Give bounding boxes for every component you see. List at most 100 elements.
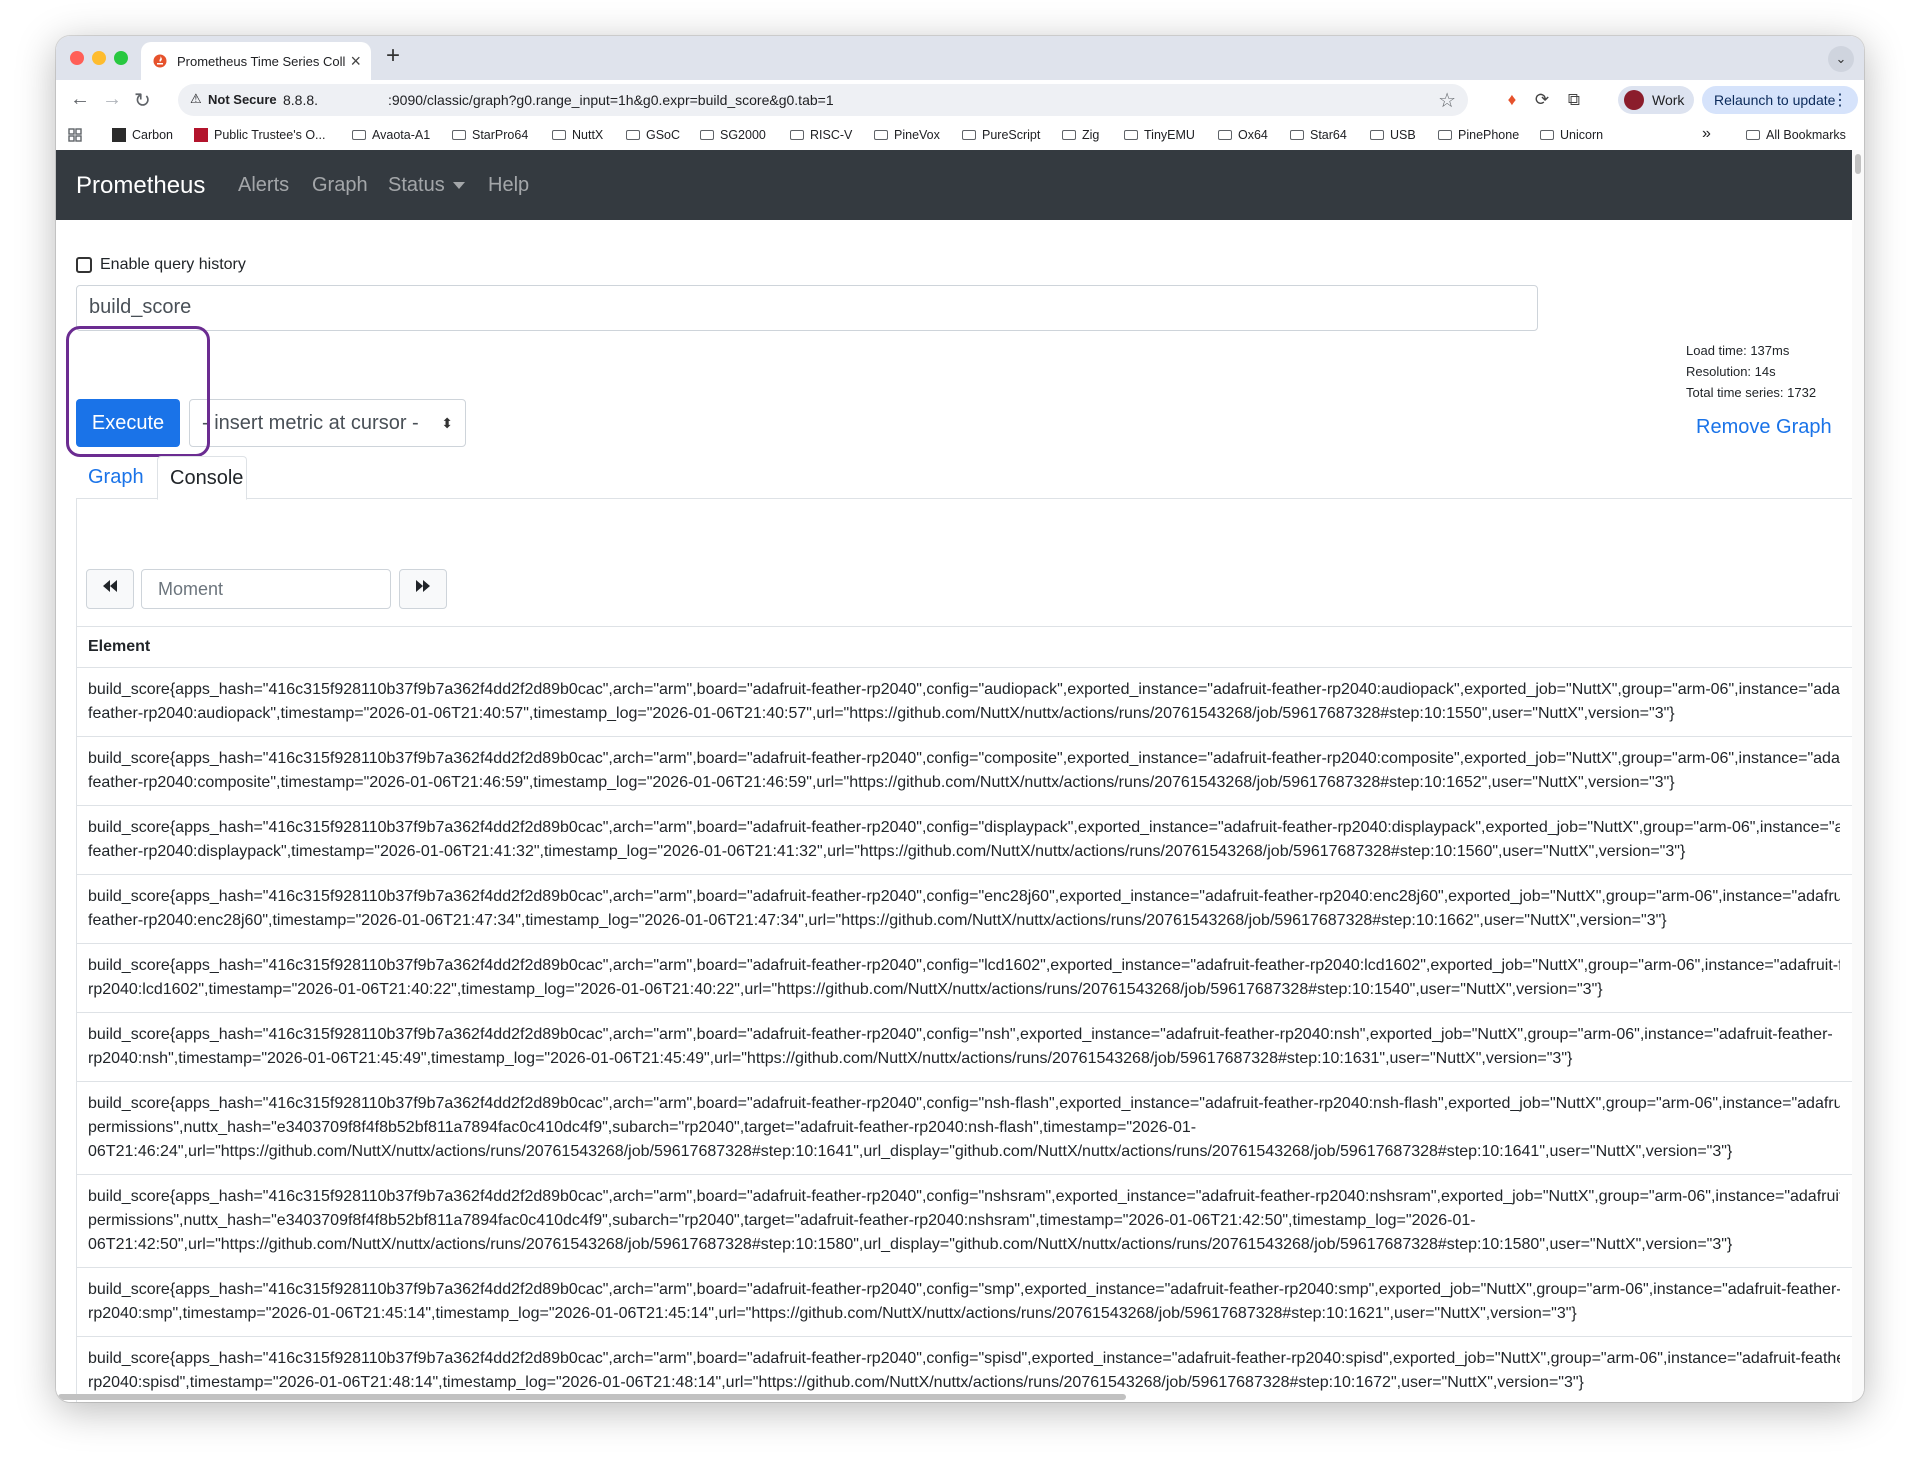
bookmark-unicorn[interactable]: Unicorn — [1540, 128, 1603, 142]
bookmark-riscv[interactable]: RISC-V — [790, 128, 852, 142]
reload-icon[interactable]: ↻ — [134, 88, 151, 113]
back-arrow-icon[interactable]: ← — [70, 88, 90, 111]
query-stats: Load time: 137ms Resolution: 14s Total t… — [1686, 340, 1816, 403]
resolution: Resolution: 14s — [1686, 364, 1776, 379]
caret-down-icon — [452, 182, 465, 190]
table-row: build_score{apps_hash="416c315f928110b37… — [76, 875, 1852, 944]
series-label-line: build_score{apps_hash="416c315f928110b37… — [88, 1350, 1840, 1367]
page-viewport: Prometheus Alerts Graph Status Help Enab… — [56, 150, 1852, 1402]
table-row: build_score{apps_hash="416c315f928110b37… — [76, 737, 1852, 806]
console-table: Element build_score{apps_hash="416c315f9… — [76, 626, 1852, 1402]
profile-button[interactable]: Work — [1618, 86, 1694, 114]
tab-close-icon[interactable]: × — [350, 51, 361, 72]
vertical-scrollbar-thumb[interactable] — [1855, 154, 1861, 174]
query-history-checkbox[interactable] — [76, 257, 92, 273]
series-label-line: build_score{apps_hash="416c315f928110b37… — [88, 888, 1840, 905]
address-bar[interactable]: ⚠ Not Secure 8.8.8. :9090/classic/graph?… — [178, 84, 1468, 116]
folder-icon — [452, 130, 466, 140]
url-path: :9090/classic/graph?g0.range_input=1h&g0… — [388, 92, 834, 108]
folder-icon — [626, 130, 640, 140]
tab-graph[interactable]: Graph — [76, 456, 156, 498]
expression-input[interactable]: build_score — [76, 285, 1538, 331]
bookmark-label: SG2000 — [720, 128, 766, 142]
horizontal-scrollbar-thumb[interactable] — [58, 1394, 1126, 1400]
bookmark-ox64[interactable]: Ox64 — [1218, 128, 1268, 142]
nav-help[interactable]: Help — [488, 174, 529, 197]
folder-icon — [352, 130, 366, 140]
moment-input[interactable]: Moment — [141, 569, 391, 609]
series-label-line: build_score{apps_hash="416c315f928110b37… — [88, 1188, 1840, 1205]
minimize-window-button[interactable] — [92, 51, 106, 65]
series-label-line: build_score{apps_hash="416c315f928110b37… — [88, 1026, 1833, 1043]
relaunch-button[interactable]: Relaunch to update ⋮ — [1702, 86, 1858, 114]
bookmark-label: Avaota-A1 — [372, 128, 431, 142]
bookmark-pinevox[interactable]: PineVox — [874, 128, 940, 142]
insert-metric-select[interactable]: - insert metric at cursor - ⬍ — [189, 399, 466, 447]
series-label-line: rp2040:nsh",timestamp="2026-01-06T21:45:… — [88, 1050, 1573, 1067]
bookmark-avaota[interactable]: Avaota-A1 — [352, 128, 430, 142]
execute-button[interactable]: Execute — [76, 399, 180, 447]
series-label-line: build_score{apps_hash="416c315f928110b37… — [88, 681, 1840, 698]
bookmark-usb[interactable]: USB — [1370, 128, 1416, 142]
folder-icon — [1062, 130, 1076, 140]
tab-title: Prometheus Time Series Coll — [177, 53, 346, 69]
table-row: build_score{apps_hash="416c315f928110b37… — [76, 806, 1852, 875]
folder-icon — [700, 130, 714, 140]
bookmark-zig[interactable]: Zig — [1062, 128, 1099, 142]
extension-fox-icon[interactable]: ♦ — [1502, 90, 1522, 110]
series-label-line: 06T21:42:50",url="https://github.com/Nut… — [88, 1236, 1733, 1253]
table-row: build_score{apps_hash="416c315f928110b37… — [76, 1175, 1852, 1268]
forward-arrow-icon[interactable]: → — [102, 88, 122, 111]
table-row: build_score{apps_hash="416c315f928110b37… — [76, 668, 1852, 737]
bookmark-gsoc[interactable]: GSoC — [626, 128, 680, 142]
total-time-series: Total time series: 1732 — [1686, 385, 1817, 400]
query-history-toggle[interactable]: Enable query history — [76, 256, 246, 274]
maximize-window-button[interactable] — [114, 51, 128, 65]
bookmark-nuttx[interactable]: NuttX — [552, 128, 603, 142]
time-forward-button[interactable] — [399, 569, 447, 609]
tab-console[interactable]: Console — [157, 456, 247, 500]
bookmark-sg2000[interactable]: SG2000 — [700, 128, 766, 142]
avatar — [1624, 90, 1644, 110]
bookmark-pinephone[interactable]: PinePhone — [1438, 128, 1519, 142]
vertical-scrollbar[interactable] — [1852, 150, 1864, 1402]
bookmarks-overflow-chevron-icon[interactable]: » — [1702, 125, 1711, 143]
nav-graph[interactable]: Graph — [312, 174, 368, 197]
bookmark-carbon[interactable]: Carbon — [112, 128, 173, 142]
extensions-puzzle-icon[interactable]: ⧉ — [1564, 90, 1584, 110]
folder-icon — [1370, 130, 1384, 140]
apps-grid-icon[interactable] — [68, 128, 82, 142]
bookmark-label: PinePhone — [1458, 128, 1520, 142]
new-tab-button[interactable]: + — [386, 42, 400, 70]
bookmark-label: All Bookmarks — [1766, 128, 1846, 142]
nav-status[interactable]: Status — [388, 174, 465, 197]
browser-tab-active[interactable]: Prometheus Time Series Coll × — [141, 42, 371, 80]
brand-logo[interactable]: Prometheus — [76, 172, 205, 200]
bookmark-purescript[interactable]: PureScript — [962, 128, 1040, 142]
all-bookmarks-folder[interactable]: All Bookmarks — [1746, 128, 1846, 142]
extension-sync-icon[interactable]: ⟳ — [1532, 90, 1552, 110]
bookmark-label: USB — [1390, 128, 1416, 142]
tab-search-chevron-icon[interactable]: ⌄ — [1828, 46, 1854, 72]
nav-alerts[interactable]: Alerts — [238, 174, 289, 197]
remove-graph-link[interactable]: Remove Graph — [1696, 416, 1832, 439]
panel-tabs: Graph Console — [76, 448, 1852, 500]
bookmark-public-trustee[interactable]: Public Trustee's O... — [194, 128, 325, 142]
bookmark-tinyemu[interactable]: TinyEMU — [1124, 128, 1195, 142]
series-label-line: permissions",nuttx_hash="e3403709f8f4f8b… — [88, 1212, 1476, 1229]
time-back-button[interactable] — [86, 569, 134, 609]
kebab-menu-icon[interactable]: ⋮ — [1832, 90, 1848, 110]
bookmark-star64[interactable]: Star64 — [1290, 128, 1347, 142]
prometheus-navbar: Prometheus Alerts Graph Status Help — [56, 150, 1852, 220]
security-label[interactable]: Not Secure — [208, 92, 277, 107]
bookmark-star-icon[interactable]: ☆ — [1438, 88, 1456, 113]
double-left-icon — [103, 580, 117, 592]
url-host: 8.8.8. — [283, 92, 319, 108]
insert-metric-label: - insert metric at cursor - — [202, 412, 419, 434]
bookmark-starpro64[interactable]: StarPro64 — [452, 128, 528, 142]
bookmark-label: PineVox — [894, 128, 940, 142]
nav-status-label: Status — [388, 174, 445, 196]
close-window-button[interactable] — [70, 51, 84, 65]
horizontal-scrollbar[interactable] — [56, 1392, 1852, 1402]
bookmark-label: Unicorn — [1560, 128, 1604, 142]
